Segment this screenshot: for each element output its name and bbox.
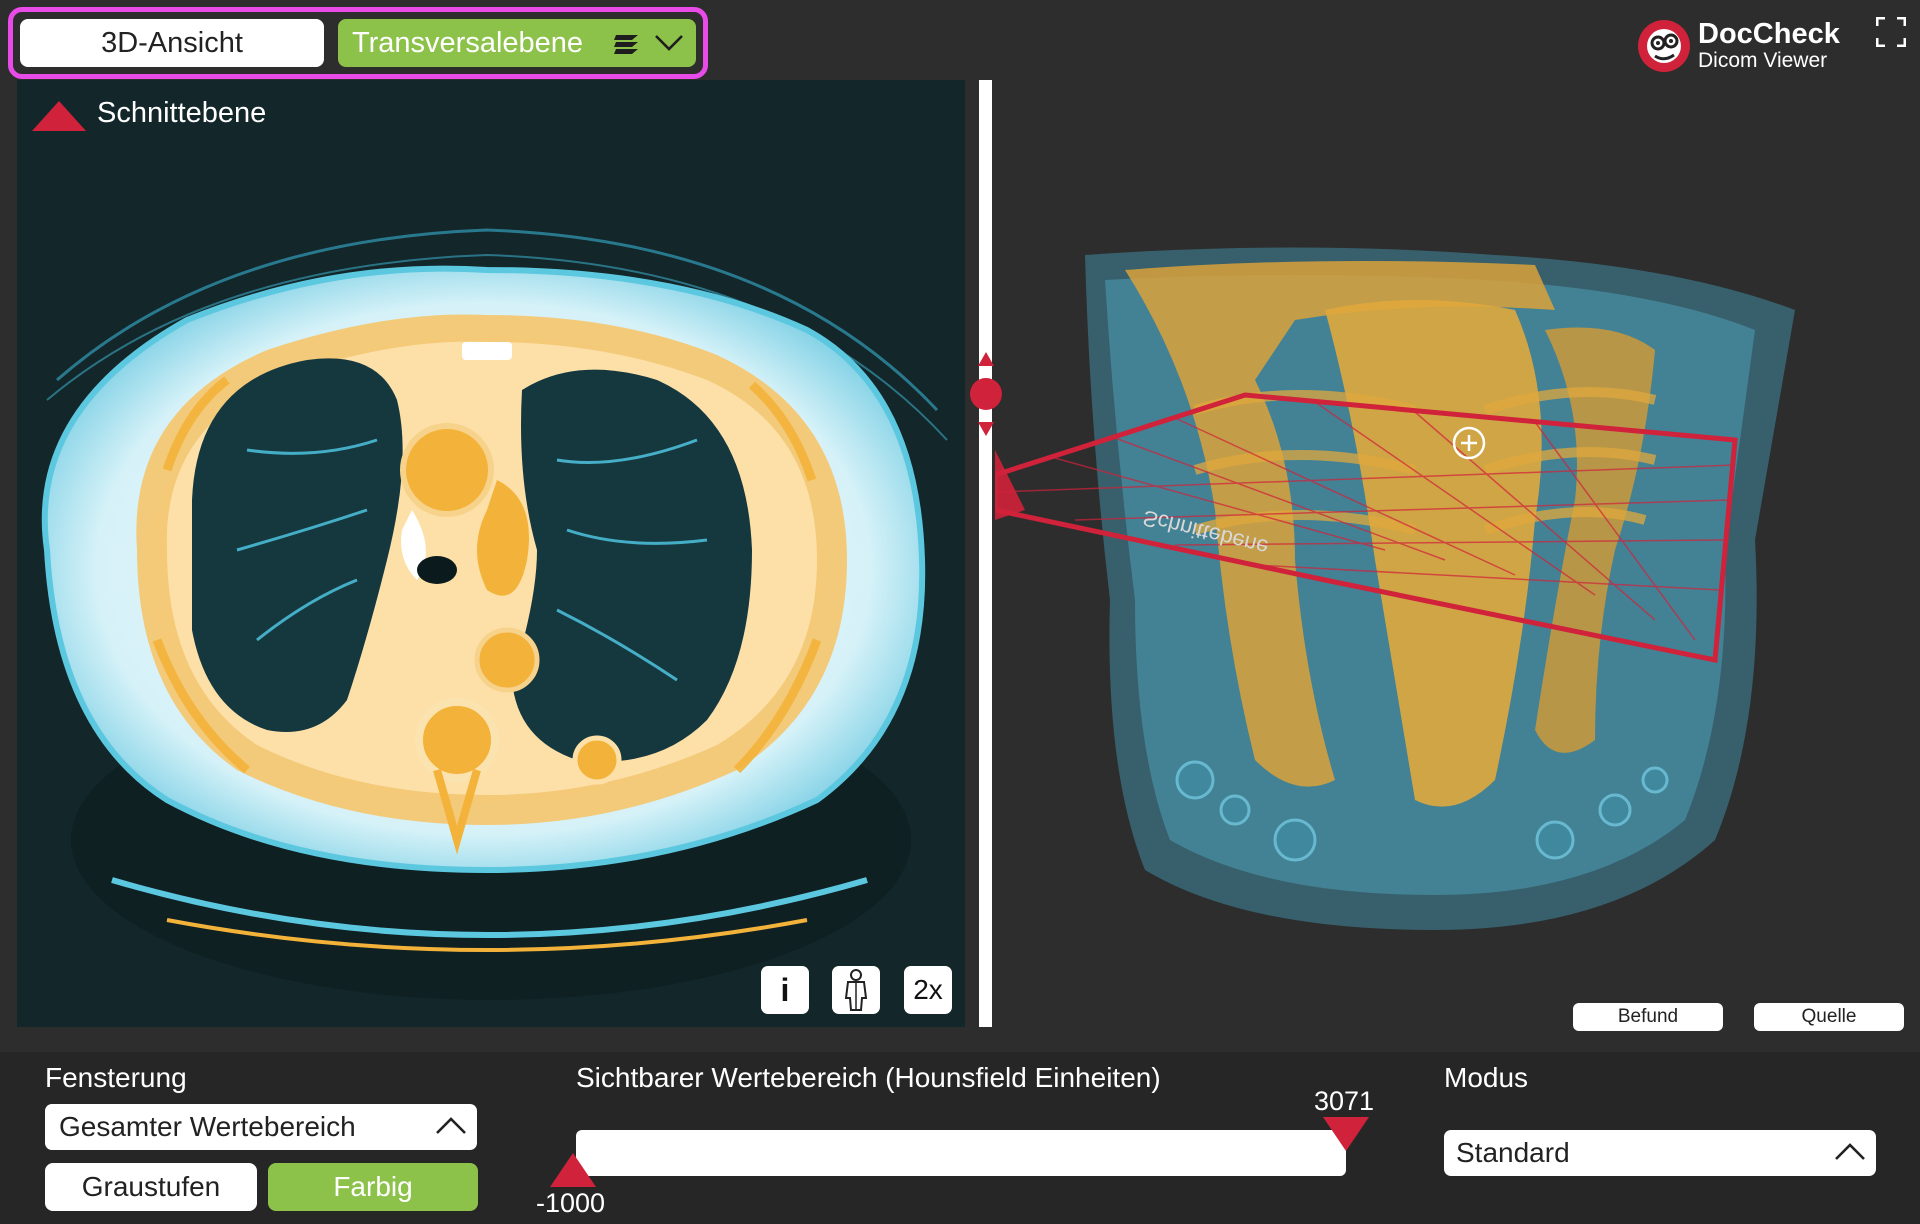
range-min-value: -1000 bbox=[536, 1188, 606, 1218]
mode-dropdown[interactable]: Standard bbox=[1444, 1130, 1876, 1176]
section-plane-text: Schnittebene bbox=[97, 97, 267, 129]
info-button[interactable]: i bbox=[761, 966, 809, 1014]
logo-title: DocCheck bbox=[1698, 18, 1840, 50]
plane-marker-icon bbox=[32, 101, 86, 131]
ct-slice-image bbox=[17, 80, 965, 1027]
body-outline-icon bbox=[844, 969, 868, 1011]
zoom-2x-button[interactable]: 2x bbox=[904, 966, 952, 1014]
tab-3d-view[interactable]: 3D-Ansicht bbox=[20, 19, 324, 67]
befund-button[interactable]: Befund bbox=[1573, 1003, 1723, 1031]
doccheck-logo: DocCheck Dicom Viewer bbox=[1636, 16, 1840, 76]
windowing-selected: Gesamter Wertebereich bbox=[59, 1111, 356, 1142]
plane-dropdown[interactable]: Transversalebene bbox=[338, 19, 696, 67]
windowing-label: Fensterung bbox=[45, 1062, 187, 1093]
plane-dropdown-label: Transversalebene bbox=[352, 26, 584, 59]
quelle-button[interactable]: Quelle bbox=[1754, 1003, 1904, 1031]
range-max-value: 3071 bbox=[1314, 1086, 1375, 1116]
layers-icon bbox=[614, 35, 638, 54]
hounsfield-range-slider[interactable] bbox=[576, 1130, 1346, 1176]
mode-label: Modus bbox=[1444, 1062, 1529, 1093]
color-button[interactable]: Farbig bbox=[268, 1163, 478, 1211]
logo-subtitle: Dicom Viewer bbox=[1698, 49, 1828, 72]
volume-3d-viewport[interactable]: Schnittebene bbox=[983, 80, 1920, 1025]
view-divider[interactable] bbox=[979, 80, 992, 1027]
chevron-down-icon bbox=[655, 35, 683, 51]
range-label: Sichtbarer Wertebereich (Hounsfield Einh… bbox=[576, 1062, 1161, 1093]
range-min-handle[interactable] bbox=[550, 1153, 596, 1187]
chevron-up-icon bbox=[436, 1117, 466, 1134]
anatomy-button[interactable] bbox=[832, 966, 880, 1014]
volume-render-image: Schnittebene bbox=[983, 247, 1795, 930]
ct-slice-viewport[interactable] bbox=[17, 80, 965, 1027]
fullscreen-icon[interactable] bbox=[1876, 17, 1906, 47]
range-max-handle[interactable] bbox=[1323, 1117, 1369, 1151]
doccheck-logo-icon bbox=[1638, 20, 1690, 72]
windowing-dropdown[interactable]: Gesamter Wertebereich bbox=[45, 1104, 477, 1150]
chevron-up-icon bbox=[1835, 1143, 1865, 1160]
mode-selected: Standard bbox=[1456, 1137, 1570, 1168]
grayscale-button[interactable]: Graustufen bbox=[45, 1163, 257, 1211]
